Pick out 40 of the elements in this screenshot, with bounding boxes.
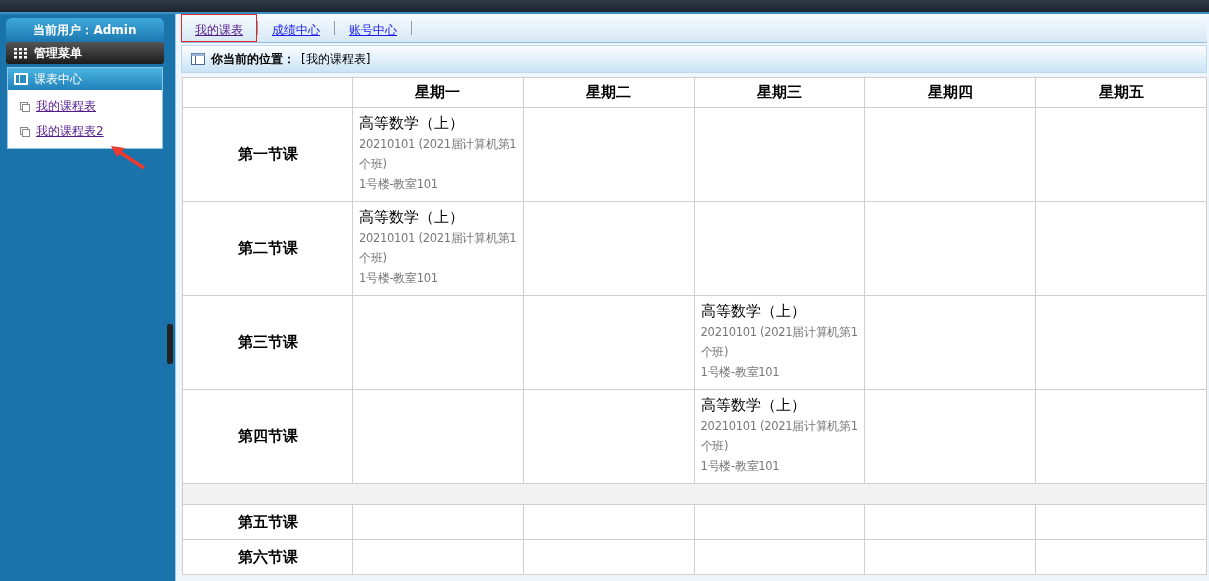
nav-tab[interactable]: 我的课表 <box>181 14 257 42</box>
sidebar-link[interactable]: 我的课程表 <box>36 98 96 115</box>
course-name: 高等数学（上） <box>359 207 465 228</box>
group-title: 课表中心 <box>34 70 82 88</box>
panel-icon <box>191 53 205 65</box>
column-header: 星期三 <box>694 77 865 108</box>
breadcrumb-label: 你当前的位置： <box>211 50 295 68</box>
page-icon <box>20 101 30 112</box>
nav-tab[interactable]: 账号中心 <box>335 14 411 42</box>
current-user-label: 当前用户：Admin <box>6 18 164 42</box>
sidebar-link[interactable]: 我的课程表2 <box>36 123 104 140</box>
menu-title: 管理菜单 <box>34 44 82 62</box>
column-header: 星期二 <box>523 77 695 108</box>
course-name: 高等数学（上） <box>700 395 807 416</box>
page-icon <box>20 126 30 137</box>
column-header: 星期五 <box>1035 77 1207 108</box>
room-info: 1号楼-教室101 <box>700 458 781 475</box>
period-label: 第五节课 <box>182 504 353 540</box>
period-label: 第一节课 <box>182 107 353 202</box>
collapse-handle[interactable] <box>167 324 173 364</box>
column-header: 星期四 <box>864 77 1036 108</box>
period-label: 第二节课 <box>182 201 353 296</box>
period-label: 第三节课 <box>182 295 353 390</box>
arrow-icon <box>110 144 146 170</box>
panel-icon <box>14 73 28 85</box>
nav-tab[interactable]: 成绩中心 <box>258 14 334 42</box>
room-info: 1号楼-教室101 <box>359 176 439 193</box>
class-info: 20210101 (2021届计算机第1个班) <box>700 418 859 455</box>
course-name: 高等数学（上） <box>359 113 465 134</box>
room-info: 1号楼-教室101 <box>700 364 781 381</box>
class-info: 20210101 (2021届计算机第1个班) <box>359 230 518 267</box>
grid-icon <box>14 47 28 59</box>
class-info: 20210101 (2021届计算机第1个班) <box>359 136 518 173</box>
room-info: 1号楼-教室101 <box>359 270 439 287</box>
period-label: 第六节课 <box>182 539 353 575</box>
class-info: 20210101 (2021届计算机第1个班) <box>700 324 859 361</box>
period-label: 第四节课 <box>182 389 353 484</box>
breadcrumb-path: [我的课程表] <box>301 50 371 68</box>
column-header: 星期一 <box>352 77 524 108</box>
course-name: 高等数学（上） <box>700 301 807 322</box>
